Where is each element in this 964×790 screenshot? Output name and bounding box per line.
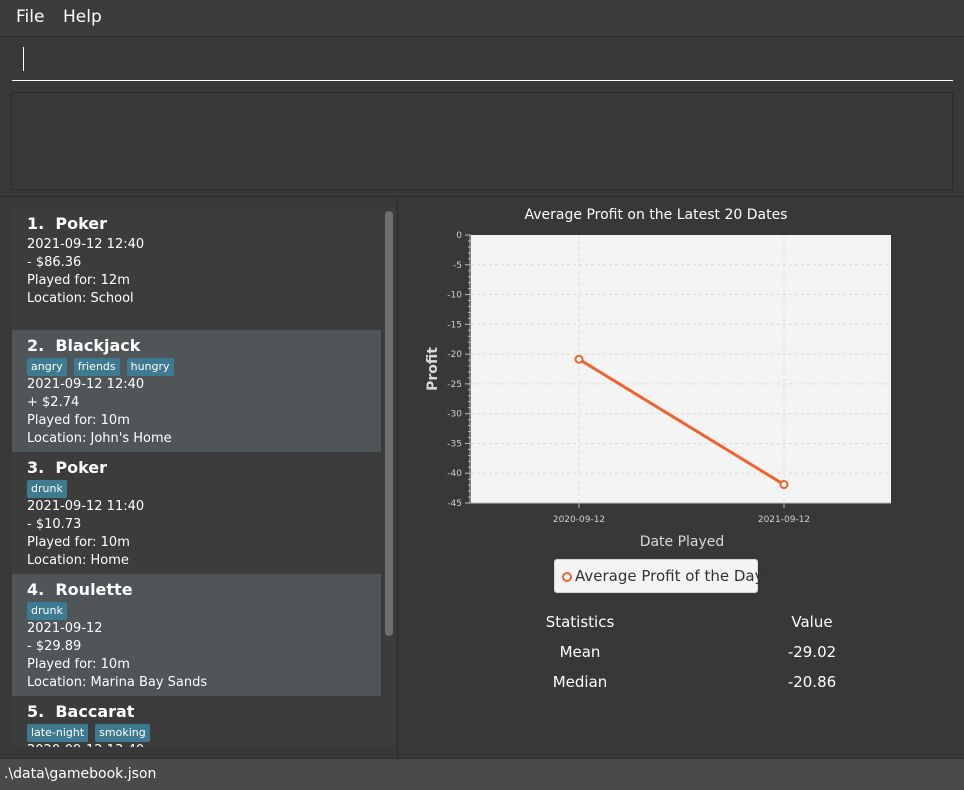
game-card[interactable]: 2. Blackjack angry friends hungry 2021-09-12… <box>12 330 381 452</box>
tag-badge: drunk <box>27 480 67 498</box>
game-name: Poker <box>55 458 108 477</box>
tag-badge: late-night <box>27 724 89 742</box>
tag-list: drunk <box>27 480 366 498</box>
chart-title: Average Profit on the Latest 20 Dates <box>525 207 788 223</box>
y-tick-label: -40 <box>447 469 462 479</box>
game-location: Location: Marina Bay Sands <box>27 675 208 690</box>
game-title: 4. Roulette <box>27 579 366 601</box>
tag-list: late-night smoking <box>27 724 366 742</box>
game-title: 5. Baccarat <box>27 701 366 723</box>
game-index: 1. <box>27 214 45 233</box>
y-tick-label: -35 <box>447 439 462 449</box>
command-area <box>0 37 964 87</box>
y-axis-label: Profit <box>425 347 441 391</box>
game-list-panel: 1. Poker 2021-09-12 12:40 - $86.36 Played f… <box>0 197 398 757</box>
game-name: Poker <box>55 214 108 233</box>
statistics-label: Median <box>552 673 608 691</box>
y-tick-label: -45 <box>447 499 462 509</box>
save-file-path: .\data\gamebook.json <box>4 766 157 782</box>
scrollbar-thumb[interactable] <box>385 211 393 636</box>
game-profit: - $29.89 <box>27 639 82 654</box>
tag-badge: hungry <box>126 358 174 376</box>
statistics-value: -20.86 <box>787 673 837 691</box>
x-tick-label: 2020-09-12 <box>553 515 605 525</box>
statistics-value: -29.02 <box>787 643 837 661</box>
statistics-header: Statistics <box>545 613 615 631</box>
game-profit: - $86.36 <box>27 255 82 270</box>
command-input[interactable] <box>12 45 953 81</box>
game-card[interactable]: 5. Baccaratlate-nightsmoking2020-09-12 1… <box>12 696 381 747</box>
tag-badge: angry <box>27 358 67 376</box>
value-header: Value <box>791 613 833 631</box>
y-tick-label: -10 <box>447 291 462 301</box>
menu-bar: File Help <box>0 0 964 37</box>
statistics-row: Mean -29.02 <box>500 641 864 671</box>
profit-chart: Average Profit on the Latest 20 Dates 0 -… <box>425 207 891 550</box>
game-card[interactable]: 3. Poker drunk 2021-09-12 11:40- $10.73 Pla… <box>12 452 381 574</box>
y-tick-label: -5 <box>453 261 462 271</box>
game-location: Location: Home <box>27 553 129 568</box>
game-duration: Played for: 10m <box>27 413 130 428</box>
menu-help[interactable]: Help <box>63 7 102 27</box>
game-index: 5. <box>27 702 45 721</box>
game-index: 3. <box>27 458 45 477</box>
tag-badge: friends <box>73 358 120 376</box>
game-title: 1. Poker <box>27 213 366 235</box>
statistics-panel: Average Profit on the Latest 20 Dates 0 -… <box>399 197 964 757</box>
game-list[interactable]: 1. Poker 2021-09-12 12:40 - $86.36 Played f… <box>12 208 382 747</box>
tag-list: drunk <box>27 602 366 620</box>
game-name: Blackjack <box>55 336 141 355</box>
statistics-row: Median -20.86 <box>500 671 864 701</box>
game-title: 3. Poker <box>27 457 366 479</box>
y-tick-label: -15 <box>447 320 462 330</box>
status-bar: .\data\gamebook.json <box>0 758 964 790</box>
tag-list: angry friends hungry <box>27 358 366 376</box>
game-datetime: 2021-09-12 12:40 <box>27 377 145 392</box>
game-name: Baccarat <box>55 702 135 721</box>
game-location: Location: School <box>27 291 134 306</box>
game-card[interactable]: 1. Poker 2021-09-12 12:40 - $86.36 Played f… <box>12 208 381 330</box>
y-tick-label: -30 <box>447 410 462 420</box>
game-duration: Played for: 10m <box>27 535 130 550</box>
game-title: 2. Blackjack <box>27 335 366 357</box>
game-location: Location: John's Home <box>27 431 172 446</box>
game-name: Roulette <box>55 580 133 599</box>
result-display[interactable] <box>11 92 953 190</box>
legend-label: Average Profit of the Day <box>575 567 764 585</box>
game-profit: + $2.74 <box>27 395 80 410</box>
game-datetime: 2021-09-12 <box>27 621 103 636</box>
chart-legend: Average Profit of the Day <box>554 559 764 593</box>
x-axis-label: Date Played <box>640 534 725 550</box>
game-datetime: 2021-09-12 12:40 <box>27 237 145 252</box>
game-index: 2. <box>27 336 45 355</box>
game-card[interactable]: 4. Roulette drunk 2021-09-12- $29.89 Played… <box>12 574 381 696</box>
tag-badge: smoking <box>95 724 150 742</box>
list-scrollbar[interactable] <box>383 208 395 747</box>
game-profit: - $10.73 <box>27 517 82 532</box>
legend-marker-icon <box>562 572 572 582</box>
statistics-header-row: Statistics Value <box>500 611 864 641</box>
y-tick-label: 0 <box>456 231 462 241</box>
x-tick-label: 2021-09-12 <box>758 515 810 525</box>
menu-file[interactable]: File <box>16 7 44 27</box>
statistics-label: Mean <box>559 643 601 661</box>
data-point <box>574 354 584 364</box>
y-tick-label: -20 <box>447 350 462 360</box>
plot-area <box>471 235 891 503</box>
data-point <box>779 480 789 490</box>
tag-badge: drunk <box>27 602 67 620</box>
y-tick-label: -25 <box>447 380 462 390</box>
statistics-table: Statistics Value Mean -29.02 Median -20.… <box>500 611 864 701</box>
game-datetime: 2020-09-12 13:40 <box>27 742 366 747</box>
text-caret <box>23 47 24 71</box>
game-datetime: 2021-09-12 11:40 <box>27 499 145 514</box>
game-duration: Played for: 10m <box>27 657 130 672</box>
game-index: 4. <box>27 580 45 599</box>
game-duration: Played for: 12m <box>27 273 130 288</box>
